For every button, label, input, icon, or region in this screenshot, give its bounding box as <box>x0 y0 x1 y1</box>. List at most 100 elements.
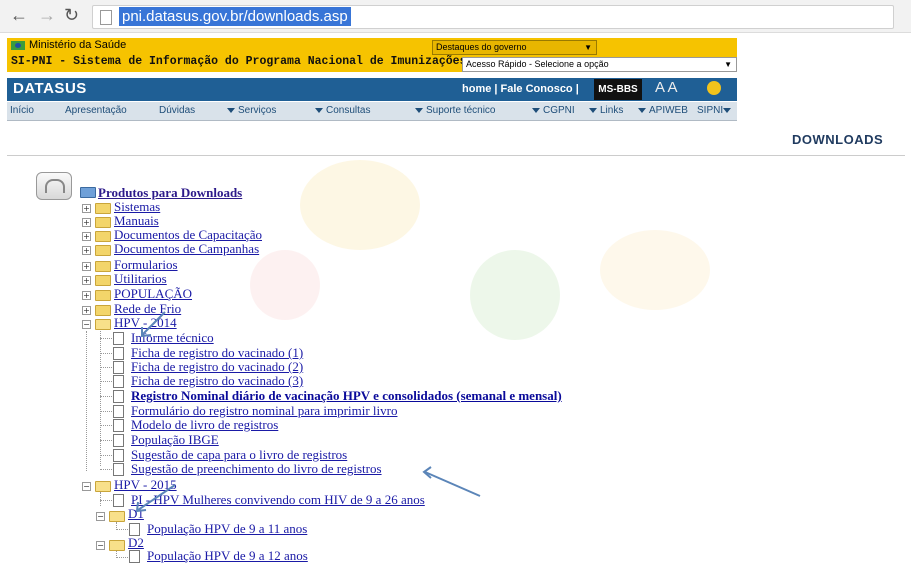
url-text[interactable]: pni.datasus.gov.br/downloads.asp <box>119 7 351 26</box>
divider <box>7 155 905 156</box>
menu-cgpni[interactable]: CGPNI <box>532 105 575 116</box>
back-arrow-icon[interactable]: ← <box>10 6 28 24</box>
ministerio-label[interactable]: Ministério da Saúde <box>11 39 126 51</box>
folder-icon <box>95 203 111 214</box>
watermark-logo <box>600 230 710 310</box>
chevron-down-icon <box>638 107 646 113</box>
chevron-down-icon <box>532 107 540 113</box>
folder-hpv-2015[interactable]: HPV - 2015 <box>114 478 177 492</box>
open-folder-icon <box>109 511 125 522</box>
acesso-rapido-select[interactable]: Acesso Rápido - Selecione a opção ▼ <box>462 57 737 72</box>
tree-root[interactable]: Produtos para Downloads <box>98 186 242 200</box>
reload-icon[interactable]: ↻ <box>64 6 79 24</box>
chevron-down-icon <box>315 107 323 113</box>
file-sugestao-capa[interactable]: Sugestão de capa para o livro de registr… <box>131 448 347 462</box>
file-ficha-2[interactable]: Ficha de registro do vacinado (2) <box>131 360 303 374</box>
datasus-header: DATASUS home | Fale Conosco | MS-BBS A A <box>7 78 737 101</box>
file-ficha-3[interactable]: Ficha de registro do vacinado (3) <box>131 374 303 388</box>
tree-guide <box>100 469 112 470</box>
file-sugestao-preenchimento[interactable]: Sugestão de preenchimento do livro de re… <box>131 462 382 476</box>
file-populacao-9-12[interactable]: População HPV de 9 a 12 anos <box>147 549 308 563</box>
document-icon <box>129 550 140 563</box>
dropdown-arrow-icon: ▼ <box>724 60 732 69</box>
document-icon <box>113 347 124 360</box>
folder-hpv-2014[interactable]: HPV - 2014 <box>114 316 177 330</box>
file-ficha-1[interactable]: Ficha de registro do vacinado (1) <box>131 346 303 360</box>
home-icon[interactable] <box>36 172 72 200</box>
destaques-select[interactable]: Destaques do governo ▼ <box>432 40 597 55</box>
menu-sipni[interactable]: SIPNI <box>697 105 734 116</box>
folder-d1[interactable]: D1 <box>128 507 144 521</box>
folder-campanhas[interactable]: Documentos de Campanhas <box>114 242 259 256</box>
folder-manuais[interactable]: Manuais <box>114 214 159 228</box>
expand-icon[interactable]: + <box>82 262 91 271</box>
tree-guide <box>100 425 112 426</box>
menu-suporte[interactable]: Suporte técnico <box>415 105 496 116</box>
folder-rede-de-frio[interactable]: Rede de Frio <box>114 302 181 316</box>
expand-icon[interactable]: + <box>82 218 91 227</box>
folder-populacao[interactable]: POPULAÇÃO <box>114 287 192 301</box>
file-registro-nominal[interactable]: Registro Nominal diário de vacinação HPV… <box>131 389 562 403</box>
expand-icon[interactable]: + <box>82 204 91 213</box>
font-size-buttons[interactable]: A A <box>655 79 678 96</box>
file-modelo-livro[interactable]: Modelo de livro de registros <box>131 418 278 432</box>
brazil-flag-icon <box>11 40 25 50</box>
browser-toolbar: ← → ↻ pni.datasus.gov.br/downloads.asp <box>0 0 911 33</box>
expand-icon[interactable]: + <box>82 232 91 241</box>
menu-servicos[interactable]: Serviços <box>227 105 276 116</box>
menu-label: Links <box>600 105 624 116</box>
datasus-logo[interactable]: DATASUS <box>13 80 87 97</box>
government-bar: Ministério da Saúde SI-PNI - Sistema de … <box>7 38 737 72</box>
menu-consultas[interactable]: Consultas <box>315 105 370 116</box>
folder-utilitarios[interactable]: Utilitarios <box>114 272 167 286</box>
document-icon <box>113 449 124 462</box>
menu-apresentacao[interactable]: Apresentação <box>65 105 127 116</box>
file-populacao-9-11[interactable]: População HPV de 9 a 11 anos <box>147 522 307 536</box>
folder-capacitacao[interactable]: Documentos de Capacitação <box>114 228 262 242</box>
chevron-down-icon <box>589 107 597 113</box>
chevron-down-icon <box>415 107 423 113</box>
menu-links[interactable]: Links <box>589 105 623 116</box>
expand-icon[interactable]: + <box>82 276 91 285</box>
expand-icon[interactable]: + <box>82 291 91 300</box>
expand-icon[interactable]: + <box>82 246 91 255</box>
file-informe-tecnico[interactable]: Informe técnico <box>131 331 214 345</box>
folder-icon <box>95 217 111 228</box>
watermark-logo <box>250 250 320 320</box>
chevron-down-icon <box>227 107 235 113</box>
collapse-icon[interactable]: − <box>96 512 105 521</box>
menu-label: Serviços <box>238 105 277 116</box>
folder-formularios[interactable]: Formularios <box>114 258 178 272</box>
tree-guide <box>116 557 128 558</box>
document-icon <box>113 419 124 432</box>
forward-arrow-icon[interactable]: → <box>38 6 56 24</box>
address-bar[interactable]: pni.datasus.gov.br/downloads.asp <box>92 5 894 29</box>
ms-bbs-button[interactable]: MS-BBS <box>594 79 642 100</box>
file-pi-hpv-hiv[interactable]: PI - HPV Mulheres convivendo com HIV de … <box>131 493 425 507</box>
watermark-logo <box>300 160 420 250</box>
collapse-icon[interactable]: − <box>82 320 91 329</box>
menu-label: SIPNI <box>697 105 724 116</box>
tree-guide <box>100 381 112 382</box>
menu-inicio[interactable]: Início <box>10 105 34 116</box>
document-icon <box>113 332 124 345</box>
open-folder-icon <box>109 540 125 551</box>
accessibility-icon[interactable] <box>707 81 721 95</box>
menu-label: Suporte técnico <box>426 105 496 116</box>
folder-d2[interactable]: D2 <box>128 536 144 550</box>
expand-icon[interactable]: + <box>82 306 91 315</box>
tree-guide <box>86 331 87 471</box>
menu-label: Consultas <box>326 105 371 116</box>
open-folder-icon <box>95 481 111 492</box>
acesso-rapido-text: Acesso Rápido - Selecione a opção <box>466 59 609 69</box>
watermark-logo <box>470 250 560 340</box>
document-icon <box>113 390 124 403</box>
collapse-icon[interactable]: − <box>82 482 91 491</box>
file-populacao-ibge[interactable]: População IBGE <box>131 433 219 447</box>
file-formulario-registro[interactable]: Formulário do registro nominal para impr… <box>131 404 397 418</box>
top-links[interactable]: home | Fale Conosco | <box>462 83 579 95</box>
folder-sistemas[interactable]: Sistemas <box>114 200 160 214</box>
collapse-icon[interactable]: − <box>96 541 105 550</box>
menu-duvidas[interactable]: Dúvidas <box>159 105 195 116</box>
menu-apiweb[interactable]: APIWEB <box>638 105 688 116</box>
